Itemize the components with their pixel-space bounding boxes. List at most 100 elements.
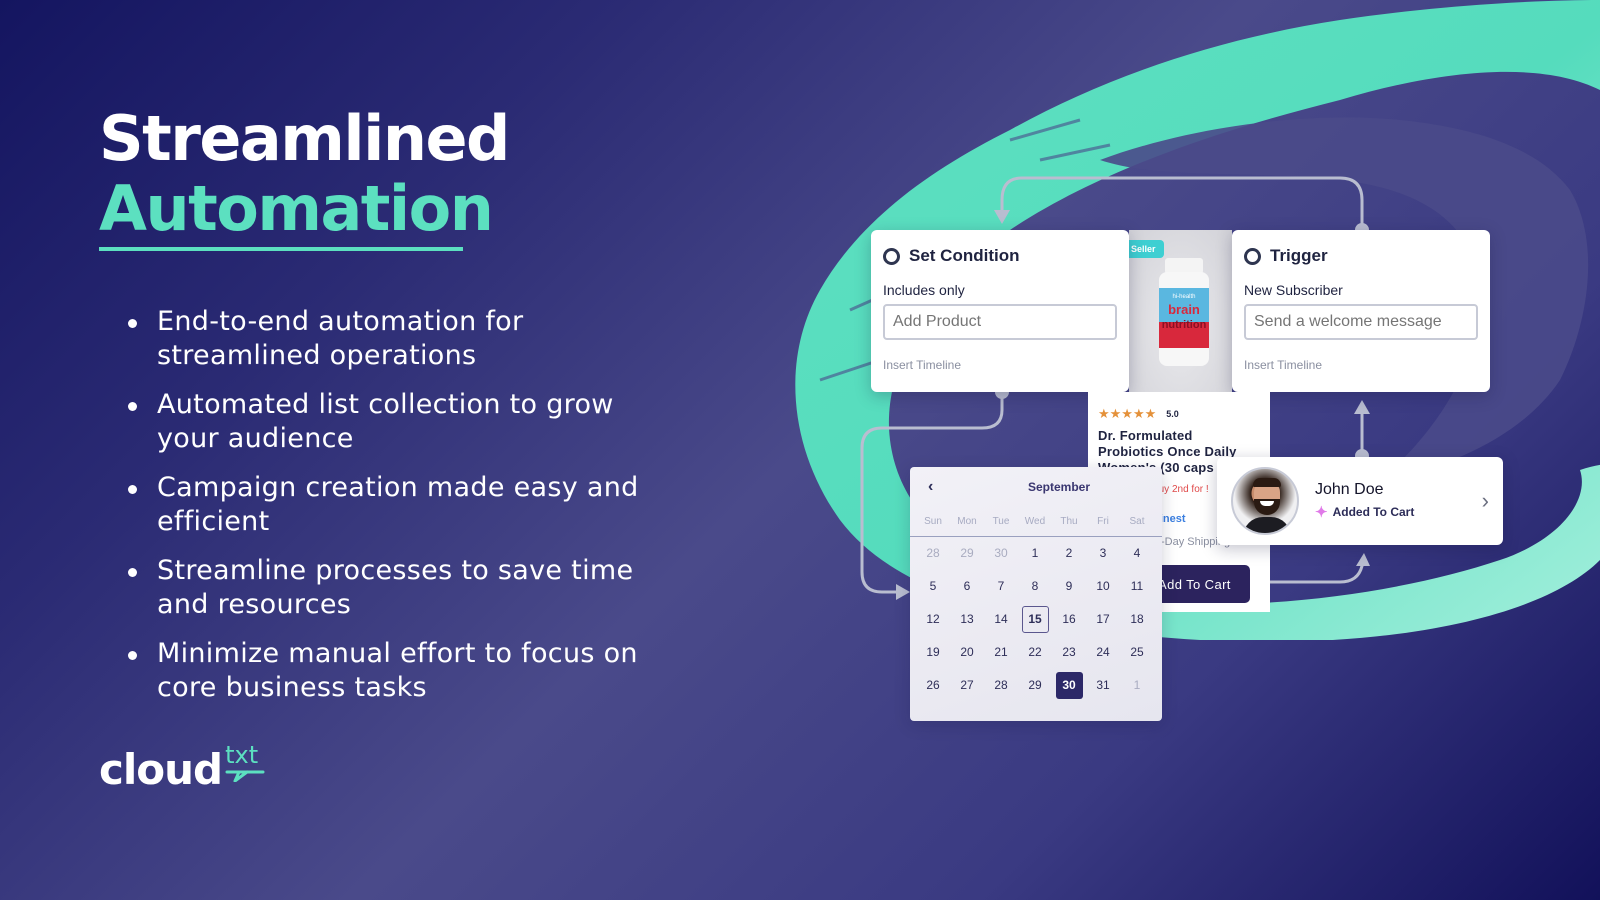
customer-activity-card[interactable]: John Doe ✦ Added To Cart › — [1217, 457, 1503, 545]
calendar-grid: 28 29 30 1 2 3 4 5 6 7 8 9 10 11 12 13 14 15 16 17 18 19 20 21 2… — [910, 537, 1162, 702]
feature-item: Campaign creation made easy and efficien… — [128, 471, 648, 539]
calendar-day[interactable]: 25 — [1124, 639, 1151, 666]
calendar-day[interactable]: 3 — [1090, 540, 1117, 567]
customer-status-text: Added To Cart — [1332, 505, 1415, 519]
calendar-day[interactable]: 1 — [1022, 540, 1049, 567]
radio-ring-icon[interactable] — [883, 247, 900, 265]
set-condition-header: Set Condition — [883, 246, 1117, 266]
cloudtxt-logo: cloud txt — [99, 742, 265, 794]
calendar-day[interactable]: 16 — [1056, 606, 1083, 633]
calendar-day[interactable]: 1 — [1124, 672, 1151, 699]
svg-text:nutrition: nutrition — [1162, 319, 1207, 331]
calendar-day[interactable]: 13 — [954, 606, 981, 633]
rating-stars: ★★★★★ 5.0 — [1098, 406, 1260, 422]
calendar-week-row: 19 20 21 22 23 24 25 — [910, 636, 1162, 669]
chevron-right-icon[interactable]: › — [1482, 488, 1489, 514]
calendar-day[interactable]: 17 — [1090, 606, 1117, 633]
calendar-week-row: 28 29 30 1 2 3 4 — [910, 537, 1162, 570]
avatar — [1231, 467, 1299, 535]
weekday-label: Sat — [1129, 516, 1145, 527]
supplement-bottle-image: hi-health brain nutrition — [1159, 258, 1209, 366]
calendar-day[interactable]: 23 — [1056, 639, 1083, 666]
radio-ring-icon[interactable] — [1244, 247, 1261, 265]
title-line-2: Automation — [99, 172, 494, 245]
speech-bubble-icon — [225, 770, 265, 782]
calendar-day[interactable]: 8 — [1022, 573, 1049, 600]
trigger-card[interactable]: Trigger New Subscriber Insert Timeline — [1232, 230, 1490, 392]
calendar-day[interactable]: 18 — [1124, 606, 1151, 633]
logo-word-cloud: cloud — [99, 745, 223, 794]
trigger-header: Trigger — [1244, 246, 1478, 266]
rating-value: 5.0 — [1166, 409, 1179, 419]
calendar-day[interactable]: 15 — [1021, 606, 1049, 633]
add-product-input[interactable] — [883, 304, 1117, 340]
feature-item: End-to-end automation for streamlined op… — [128, 305, 648, 373]
calendar-header: ‹ September — [910, 467, 1162, 507]
title-line-1: Streamlined — [99, 102, 510, 175]
calendar-day[interactable]: 11 — [1124, 573, 1151, 600]
feature-item: Minimize manual effort to focus on core … — [128, 637, 648, 705]
calendar-day[interactable]: 7 — [988, 573, 1015, 600]
calendar-day[interactable]: 12 — [920, 606, 947, 633]
title-block: Streamlined Automation — [99, 102, 510, 251]
product-image: Seller hi-health brain nutrition — [1129, 230, 1232, 392]
logo-word-txt: txt — [225, 741, 265, 782]
set-condition-card[interactable]: Set Condition Includes only Insert Timel… — [871, 230, 1129, 392]
calendar-day[interactable]: 6 — [954, 573, 981, 600]
calendar-week-row: 26 27 28 29 30 31 1 — [910, 669, 1162, 702]
calendar-day[interactable]: 29 — [954, 540, 981, 567]
chevron-left-icon[interactable]: ‹ — [928, 478, 948, 496]
feature-item: Streamline processes to save time and re… — [128, 554, 648, 622]
feature-item: Automated list collection to grow your a… — [128, 388, 648, 456]
calendar-day[interactable]: 19 — [920, 639, 947, 666]
feature-list: End-to-end automation for streamlined op… — [128, 305, 648, 720]
svg-text:hi-health: hi-health — [1172, 294, 1195, 300]
set-condition-title: Set Condition — [909, 246, 1020, 265]
welcome-message-input[interactable] — [1244, 304, 1478, 340]
calendar-day[interactable]: 28 — [988, 672, 1015, 699]
weekday-label: Mon — [957, 516, 977, 527]
calendar-day[interactable]: 22 — [1022, 639, 1049, 666]
calendar-widget: ‹ September Sun Mon Tue Wed Thu Fri Sat … — [910, 467, 1162, 721]
calendar-day[interactable]: 30 — [1055, 672, 1083, 699]
calendar-day[interactable]: 24 — [1090, 639, 1117, 666]
logo-txt-text: txt — [225, 741, 259, 769]
calendar-day[interactable]: 21 — [988, 639, 1015, 666]
customer-status: ✦ Added To Cart — [1315, 503, 1482, 521]
customer-name: John Doe — [1315, 481, 1384, 498]
insert-timeline-link[interactable]: Insert Timeline — [883, 358, 1117, 372]
calendar-day[interactable]: 14 — [988, 606, 1015, 633]
calendar-day[interactable]: 5 — [920, 573, 947, 600]
calendar-day[interactable]: 30 — [988, 540, 1015, 567]
calendar-week-row: 5 6 7 8 9 10 11 — [910, 570, 1162, 603]
title-underline — [99, 247, 463, 251]
weekday-header: Sun Mon Tue Wed Thu Fri Sat — [910, 507, 1162, 537]
weekday-label: Sun — [924, 516, 942, 527]
new-subscriber-label: New Subscriber — [1244, 282, 1343, 298]
calendar-day[interactable]: 20 — [954, 639, 981, 666]
sparkle-icon: ✦ — [1315, 504, 1328, 521]
calendar-day[interactable]: 28 — [920, 540, 947, 567]
insert-timeline-link[interactable]: Insert Timeline — [1244, 358, 1478, 372]
weekday-label: Wed — [1024, 516, 1046, 527]
customer-info: John Doe ✦ Added To Cart — [1315, 481, 1482, 521]
weekday-label: Tue — [992, 516, 1010, 527]
calendar-day[interactable]: 10 — [1090, 573, 1117, 600]
weekday-label: Fri — [1097, 516, 1109, 527]
includes-only-label: Includes only — [883, 282, 965, 298]
calendar-month: September — [1027, 480, 1091, 494]
calendar-day[interactable]: 9 — [1056, 573, 1083, 600]
calendar-day[interactable]: 29 — [1022, 672, 1049, 699]
trigger-title: Trigger — [1270, 246, 1328, 265]
calendar-day[interactable]: 4 — [1124, 540, 1151, 567]
calendar-day[interactable]: 26 — [920, 672, 947, 699]
calendar-day[interactable]: 27 — [954, 672, 981, 699]
slide: Streamlined Automation End-to-end automa… — [0, 0, 1600, 900]
calendar-day[interactable]: 31 — [1090, 672, 1117, 699]
svg-text:brain: brain — [1168, 302, 1200, 317]
calendar-week-row: 12 13 14 15 16 17 18 — [910, 603, 1162, 636]
calendar-day[interactable]: 2 — [1056, 540, 1083, 567]
seller-badge: Seller — [1129, 240, 1164, 258]
star-icons: ★★★★★ — [1098, 406, 1157, 421]
weekday-label: Thu — [1060, 516, 1078, 527]
